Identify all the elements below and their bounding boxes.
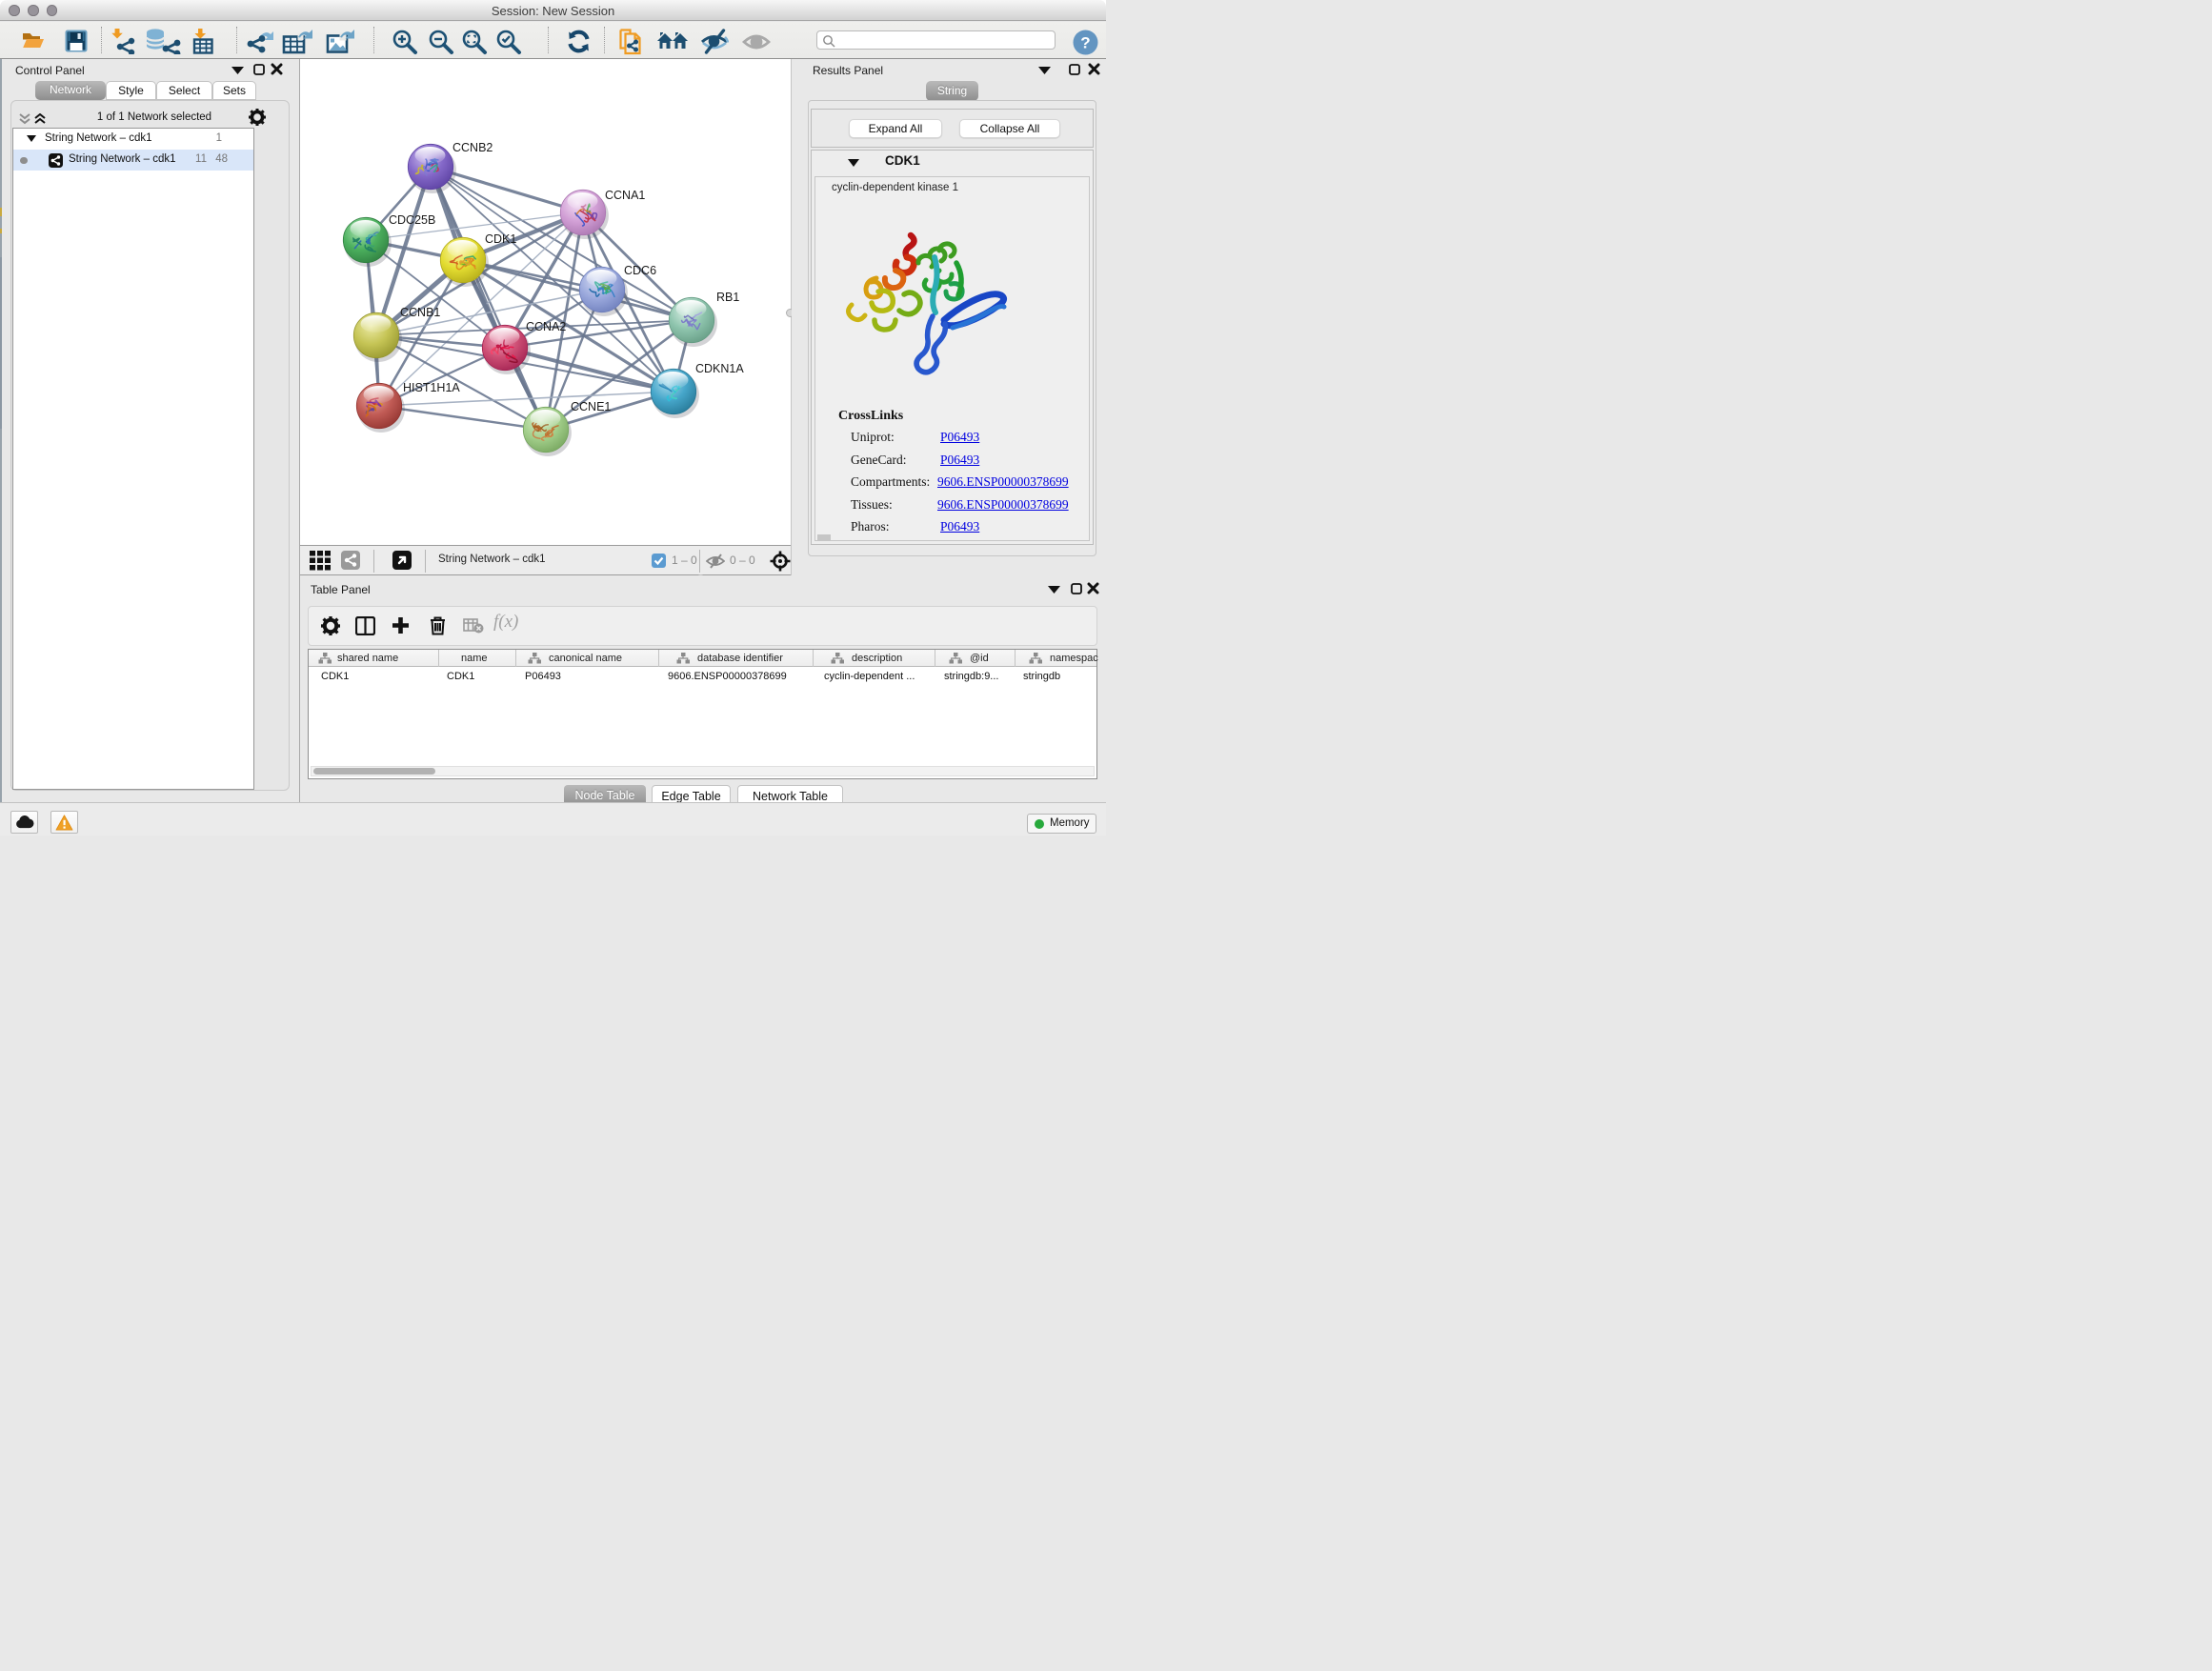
svg-text:CDC25B: CDC25B bbox=[389, 213, 435, 227]
svg-text:CDK1: CDK1 bbox=[485, 232, 516, 246]
svg-text:CDC6: CDC6 bbox=[624, 264, 656, 277]
svg-text:HIST1H1A: HIST1H1A bbox=[403, 381, 460, 394]
svg-text:RB1: RB1 bbox=[716, 291, 739, 304]
svg-text:CCNE1: CCNE1 bbox=[571, 400, 611, 413]
svg-text:?: ? bbox=[1080, 34, 1090, 52]
svg-text:CCNB2: CCNB2 bbox=[452, 141, 493, 154]
svg-text:CCNA1: CCNA1 bbox=[605, 189, 645, 202]
svg-text:CCNB1: CCNB1 bbox=[400, 306, 440, 319]
svg-text:CCNA2: CCNA2 bbox=[526, 320, 566, 333]
svg-text:CDKN1A: CDKN1A bbox=[695, 362, 744, 375]
